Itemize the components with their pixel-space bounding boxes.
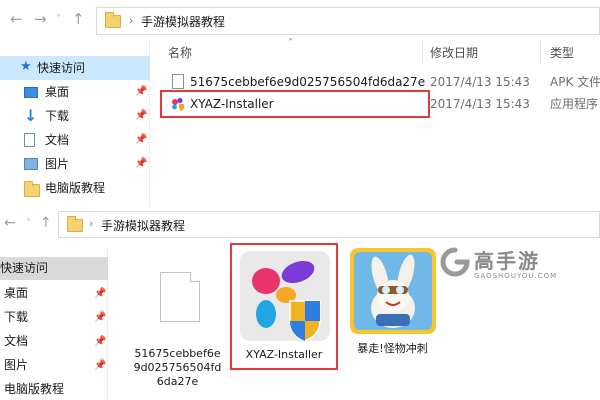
sidebar-item-pictures[interactable]: 图片 📌 — [0, 354, 108, 377]
xyaz-app-icon — [240, 251, 330, 341]
address-bar[interactable]: › 手游模拟器教程 — [96, 7, 600, 35]
breadcrumb-folder[interactable]: 手游模拟器教程 — [101, 217, 185, 234]
breadcrumb-folder[interactable]: 手游模拟器教程 — [141, 13, 225, 30]
file-tile-label: XYAZ-Installer — [245, 348, 323, 361]
column-header-type[interactable]: 类型 — [550, 44, 574, 61]
column-divider[interactable] — [422, 40, 423, 64]
file-icon — [160, 272, 200, 322]
file-tile[interactable]: XYAZ-Installer — [230, 243, 338, 370]
brand-name: 高手游 — [474, 249, 540, 273]
star-icon: ★ — [20, 59, 32, 74]
sidebar-item-label: 文档 — [45, 133, 70, 147]
breadcrumb-chevron-icon: › — [89, 217, 94, 230]
brand-logo-icon — [440, 247, 470, 277]
sidebar-item-downloads[interactable]: ↓ 下载 📌 — [0, 104, 150, 128]
file-tile-label: 暴走!怪物冲刺 — [357, 342, 428, 355]
brand-url: GAOSHOUYOU.COM — [474, 272, 558, 280]
pin-icon[interactable]: 📌 — [94, 282, 106, 305]
sidebar-item-label: 电脑版教程 — [45, 181, 106, 195]
sidebar-item-label: 下载 — [45, 109, 70, 123]
game-icon — [350, 248, 436, 334]
sidebar-item-pc-tutorial[interactable]: 电脑版教程 — [0, 378, 108, 400]
column-divider[interactable] — [540, 40, 541, 64]
history-chevron-icon[interactable]: ˅ — [26, 218, 31, 229]
file-type: APK 文件 — [550, 75, 600, 89]
sidebar-item-desktop[interactable]: 桌面 📌 — [0, 80, 150, 104]
highlight-box — [160, 90, 430, 118]
sidebar-item-label: 下载 — [4, 310, 29, 324]
download-icon: ↓ — [24, 106, 38, 125]
folder-icon — [24, 181, 40, 197]
sidebar-item-label: 图片 — [4, 358, 29, 372]
breadcrumb-chevron-icon: › — [129, 14, 134, 27]
pin-icon[interactable]: 📌 — [135, 128, 147, 152]
pin-icon[interactable]: 📌 — [135, 104, 147, 128]
pin-icon[interactable]: 📌 — [135, 80, 147, 104]
picture-icon — [24, 158, 38, 170]
brand-watermark: 高手游 GAOSHOUYOU.COM — [440, 245, 560, 285]
file-date: 2017/4/13 15:43 — [430, 97, 530, 111]
file-icon — [172, 74, 184, 89]
sidebar-item-label: 快速访问 — [0, 261, 49, 275]
pin-icon[interactable]: 📌 — [135, 152, 147, 176]
navigation-pane: 快速访问 桌面 📌 下载 📌 文档 📌 图片 📌 电脑版教程 — [0, 247, 108, 400]
folder-icon — [67, 216, 83, 232]
pin-icon[interactable]: 📌 — [94, 330, 106, 353]
up-arrow-icon[interactable]: ↑ — [72, 10, 85, 28]
sidebar-item-quick-access[interactable]: 快速访问 — [0, 257, 108, 280]
file-tile-label: 51675cebbef6e 9d025756504fd 6da27e — [133, 347, 222, 388]
sidebar-item-desktop[interactable]: 桌面 📌 — [0, 282, 108, 305]
sidebar-item-downloads[interactable]: 下载 📌 — [0, 306, 108, 329]
back-arrow-icon[interactable]: ← — [10, 10, 23, 28]
document-icon — [24, 133, 35, 147]
file-type: 应用程序 — [550, 97, 599, 111]
sidebar-item-documents[interactable]: 文档 📌 — [0, 128, 150, 152]
navigation-bar: ← → ˅ ↑ › 手游模拟器教程 — [0, 0, 600, 40]
sort-caret-icon: ˄ — [288, 38, 293, 49]
file-date: 2017/4/13 15:43 — [430, 75, 530, 89]
address-bar[interactable]: › 手游模拟器教程 — [58, 211, 600, 238]
folder-icon — [105, 12, 121, 28]
sidebar-item-label: 桌面 — [4, 286, 29, 300]
sidebar-item-documents[interactable]: 文档 📌 — [0, 330, 108, 353]
sidebar-item-pictures[interactable]: 图片 📌 — [0, 152, 150, 176]
pin-icon[interactable]: 📌 — [94, 354, 106, 377]
history-chevron-icon[interactable]: ˅ — [56, 14, 61, 25]
sidebar-item-pc-tutorial[interactable]: 电脑版教程 — [0, 176, 150, 200]
sidebar-item-label: 桌面 — [45, 85, 70, 99]
forward-arrow-icon[interactable]: → — [34, 10, 47, 28]
navigation-pane: ★ 快速访问 桌面 📌 ↓ 下载 📌 文档 📌 图片 📌 电脑版教程 — [0, 40, 150, 207]
explorer-window-top: ← → ˅ ↑ › 手游模拟器教程 ★ 快速访问 桌面 📌 ↓ 下载 📌 文档 … — [0, 0, 600, 207]
pin-icon[interactable]: 📌 — [94, 306, 106, 329]
sidebar-item-label: 图片 — [45, 157, 70, 171]
column-header-date[interactable]: 修改日期 — [430, 44, 478, 61]
sidebar-item-label: 电脑版教程 — [4, 382, 65, 396]
sidebar-item-label: 文档 — [4, 334, 29, 348]
column-header-name[interactable]: 名称 — [168, 44, 192, 61]
back-arrow-icon[interactable]: ← — [4, 215, 16, 231]
file-tile[interactable]: 暴走!怪物冲刺 — [345, 245, 440, 370]
file-tile[interactable]: 51675cebbef6e 9d025756504fd 6da27e — [130, 250, 225, 398]
screenshot-root: ← → ˅ ↑ › 手游模拟器教程 ★ 快速访问 桌面 📌 ↓ 下载 📌 文档 … — [0, 0, 600, 400]
desktop-icon — [24, 87, 38, 98]
sidebar-item-label: 快速访问 — [37, 61, 86, 75]
up-arrow-icon[interactable]: ↑ — [40, 215, 52, 231]
sidebar-item-quick-access[interactable]: ★ 快速访问 — [0, 56, 150, 80]
